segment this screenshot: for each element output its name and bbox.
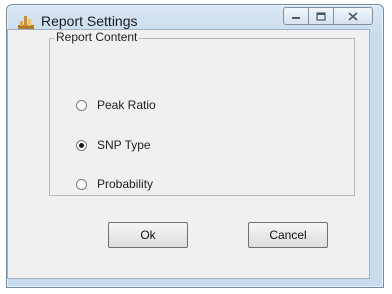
radio-probability[interactable] [76,178,87,190]
close-button[interactable] [333,7,373,25]
window-controls [283,7,373,27]
radio-snp-type[interactable] [76,139,87,151]
maximize-icon [316,11,326,21]
option-peak-ratio[interactable]: Peak Ratio [76,96,156,114]
group-title: Report Content [54,30,140,44]
minimize-icon [292,17,300,19]
option-label: SNP Type [97,138,151,152]
option-label: Probability [97,177,154,191]
maximize-button[interactable] [308,7,334,25]
report-content-group [49,38,355,196]
ok-button[interactable]: Ok [108,222,188,248]
cancel-button[interactable]: Cancel [248,222,328,248]
window-title: Report Settings [41,13,138,29]
minimize-button[interactable] [283,7,309,25]
close-icon [348,11,358,21]
radio-peak-ratio[interactable] [76,99,87,111]
option-label: Peak Ratio [97,98,156,112]
option-snp-type[interactable]: SNP Type [76,136,151,154]
option-probability[interactable]: Probability [76,175,153,193]
